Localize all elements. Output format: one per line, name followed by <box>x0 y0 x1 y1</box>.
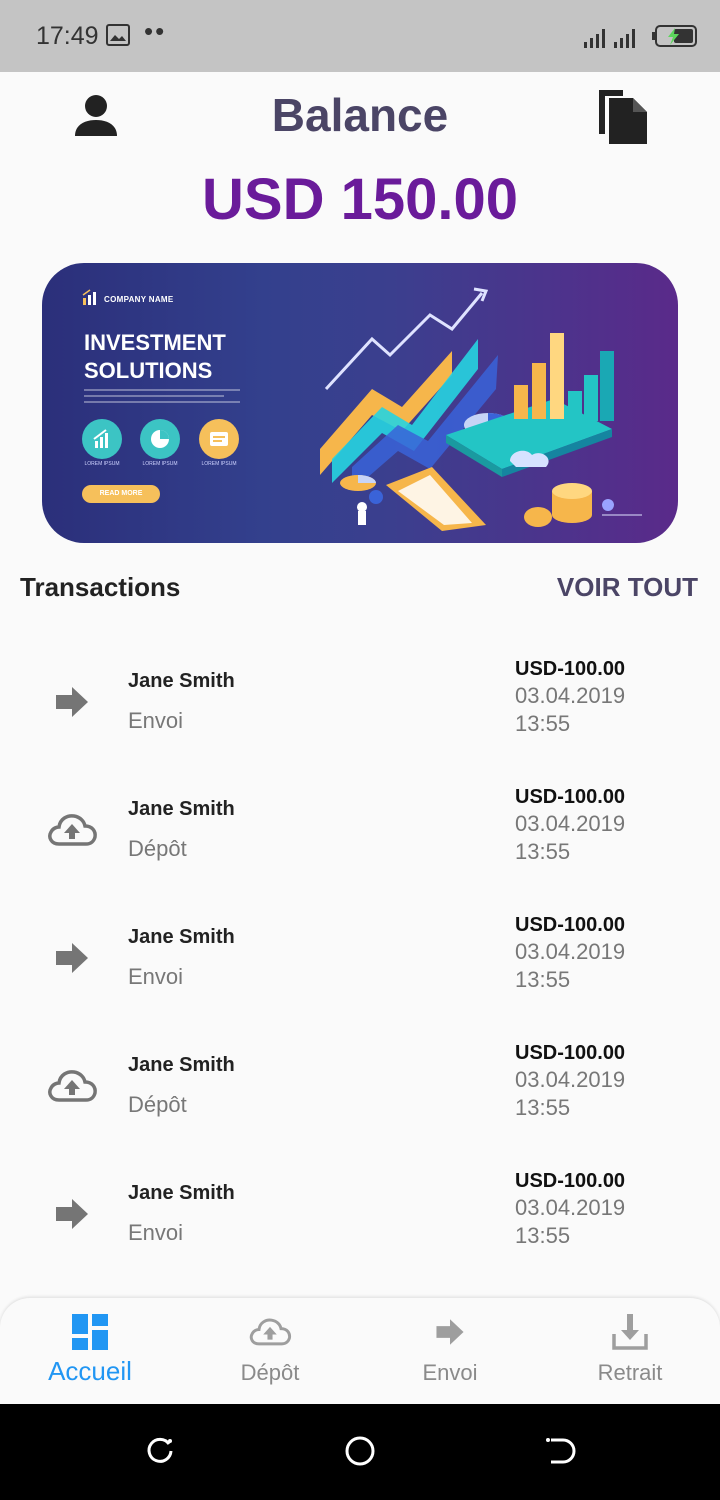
transaction-date: 03.04.2019 <box>515 1195 626 1220</box>
transaction-name: Jane Smith <box>128 798 235 820</box>
transaction-row[interactable]: Jane Smith Dépôt USD-100.00 03.04.2019 1… <box>0 784 720 912</box>
transaction-datetime: 03.04.2019 13:55 <box>515 1066 625 1122</box>
transaction-type: Envoi <box>128 1220 184 1245</box>
app-header: Balance <box>0 72 720 162</box>
download-icon <box>612 1314 648 1350</box>
transaction-datetime: 03.04.2019 13:55 <box>515 810 625 866</box>
transaction-amount: USD-100.00 <box>515 658 626 680</box>
arrow-right-icon <box>56 1199 88 1229</box>
transaction-datetime: 03.04.2019 13:55 <box>515 938 625 994</box>
nav-label: Dépôt <box>240 1360 300 1385</box>
nav-label: Retrait <box>597 1360 663 1385</box>
transaction-row[interactable]: Jane Smith Envoi USD-100.00 03.04.2019 1… <box>0 656 720 784</box>
transaction-time: 13:55 <box>515 839 571 864</box>
transactions-title: Transactions <box>20 572 181 602</box>
transaction-datetime: 03.04.2019 13:55 <box>515 682 625 738</box>
status-time: 17:49 <box>36 22 99 50</box>
signal-icon <box>584 29 635 48</box>
transaction-row[interactable]: Jane Smith Envoi USD-100.00 03.04.2019 1… <box>0 912 720 1040</box>
banner-item-label: LOREM IPSUM <box>201 461 237 467</box>
nav-item-accueil[interactable]: Accueil <box>0 1298 180 1404</box>
status-more-dots: •• <box>144 16 167 46</box>
transaction-date: 03.04.2019 <box>515 1067 626 1092</box>
dashboard-icon <box>72 1314 108 1350</box>
image-notification-icon <box>106 24 130 46</box>
transaction-amount: USD-100.00 <box>515 1170 626 1192</box>
transaction-row[interactable]: Jane Smith Dépôt USD-100.00 03.04.2019 1… <box>0 1040 720 1168</box>
promo-banner[interactable]: COMPANY NAME INVESTMENT SOLUTIONS LOREM … <box>42 263 678 543</box>
transaction-name: Jane Smith <box>128 670 235 692</box>
nav-item-retrait[interactable]: Retrait <box>540 1298 720 1404</box>
cloud-upload-icon <box>48 814 97 846</box>
home-icon[interactable] <box>343 1434 377 1468</box>
banner-company-name: COMPANY NAME <box>104 295 174 304</box>
company-logo-icon <box>82 289 96 305</box>
balance-amount: USD 150.00 <box>202 167 518 232</box>
investment-illustration <box>320 287 642 531</box>
transaction-amount: USD-100.00 <box>515 914 626 936</box>
pie-chart-icon <box>140 419 180 459</box>
transaction-time: 13:55 <box>515 967 571 992</box>
documents-icon[interactable] <box>595 86 651 146</box>
transaction-name: Jane Smith <box>128 926 235 948</box>
cloud-upload-icon <box>48 1070 97 1102</box>
bottom-navigation: Accueil Dépôt Envoi Retrait <box>0 1298 720 1404</box>
transaction-amount: USD-100.00 <box>515 1042 626 1064</box>
arrow-right-icon <box>56 943 88 973</box>
cloud-upload-icon <box>249 1318 292 1346</box>
transaction-date: 03.04.2019 <box>515 939 626 964</box>
banner-title: INVESTMENT SOLUTIONS <box>84 329 304 385</box>
recent-apps-icon[interactable] <box>143 1434 177 1468</box>
transaction-type: Envoi <box>128 964 184 989</box>
back-icon[interactable] <box>543 1434 577 1468</box>
banner-text-placeholder <box>84 389 240 407</box>
status-bar: 17:49 •• <box>0 0 720 72</box>
transaction-name: Jane Smith <box>128 1182 235 1204</box>
transaction-datetime: 03.04.2019 13:55 <box>515 1194 625 1250</box>
transaction-type: Envoi <box>128 708 184 733</box>
banner-item-label: LOREM IPSUM <box>84 461 120 467</box>
transaction-amount: USD-100.00 <box>515 786 626 808</box>
transaction-time: 13:55 <box>515 1223 571 1248</box>
transaction-date: 03.04.2019 <box>515 811 626 836</box>
system-navigation-bar <box>0 1404 720 1500</box>
nav-label: Envoi <box>422 1360 478 1385</box>
transaction-time: 13:55 <box>515 711 571 736</box>
arrow-right-icon <box>56 687 88 717</box>
growth-chart-icon <box>82 419 122 459</box>
banner-title-line2: SOLUTIONS <box>84 358 213 383</box>
nav-item-depot[interactable]: Dépôt <box>180 1298 360 1404</box>
transaction-name: Jane Smith <box>128 1054 235 1076</box>
banner-item-label: LOREM IPSUM <box>142 461 178 467</box>
transaction-type: Dépôt <box>128 836 187 861</box>
transaction-time: 13:55 <box>515 1095 571 1120</box>
arrow-right-icon <box>436 1319 464 1345</box>
transaction-row[interactable]: Jane Smith Envoi USD-100.00 03.04.2019 1… <box>0 1168 720 1296</box>
nav-label: Accueil <box>48 1356 132 1386</box>
banner-read-more-button[interactable]: READ MORE <box>82 485 160 503</box>
transaction-date: 03.04.2019 <box>515 683 626 708</box>
banner-title-line1: INVESTMENT <box>84 330 226 355</box>
nav-item-envoi[interactable]: Envoi <box>360 1298 540 1404</box>
see-all-link[interactable]: VOIR TOUT <box>557 572 698 603</box>
transaction-type: Dépôt <box>128 1092 187 1117</box>
battery-icon <box>652 25 697 47</box>
document-chart-icon <box>199 419 239 459</box>
